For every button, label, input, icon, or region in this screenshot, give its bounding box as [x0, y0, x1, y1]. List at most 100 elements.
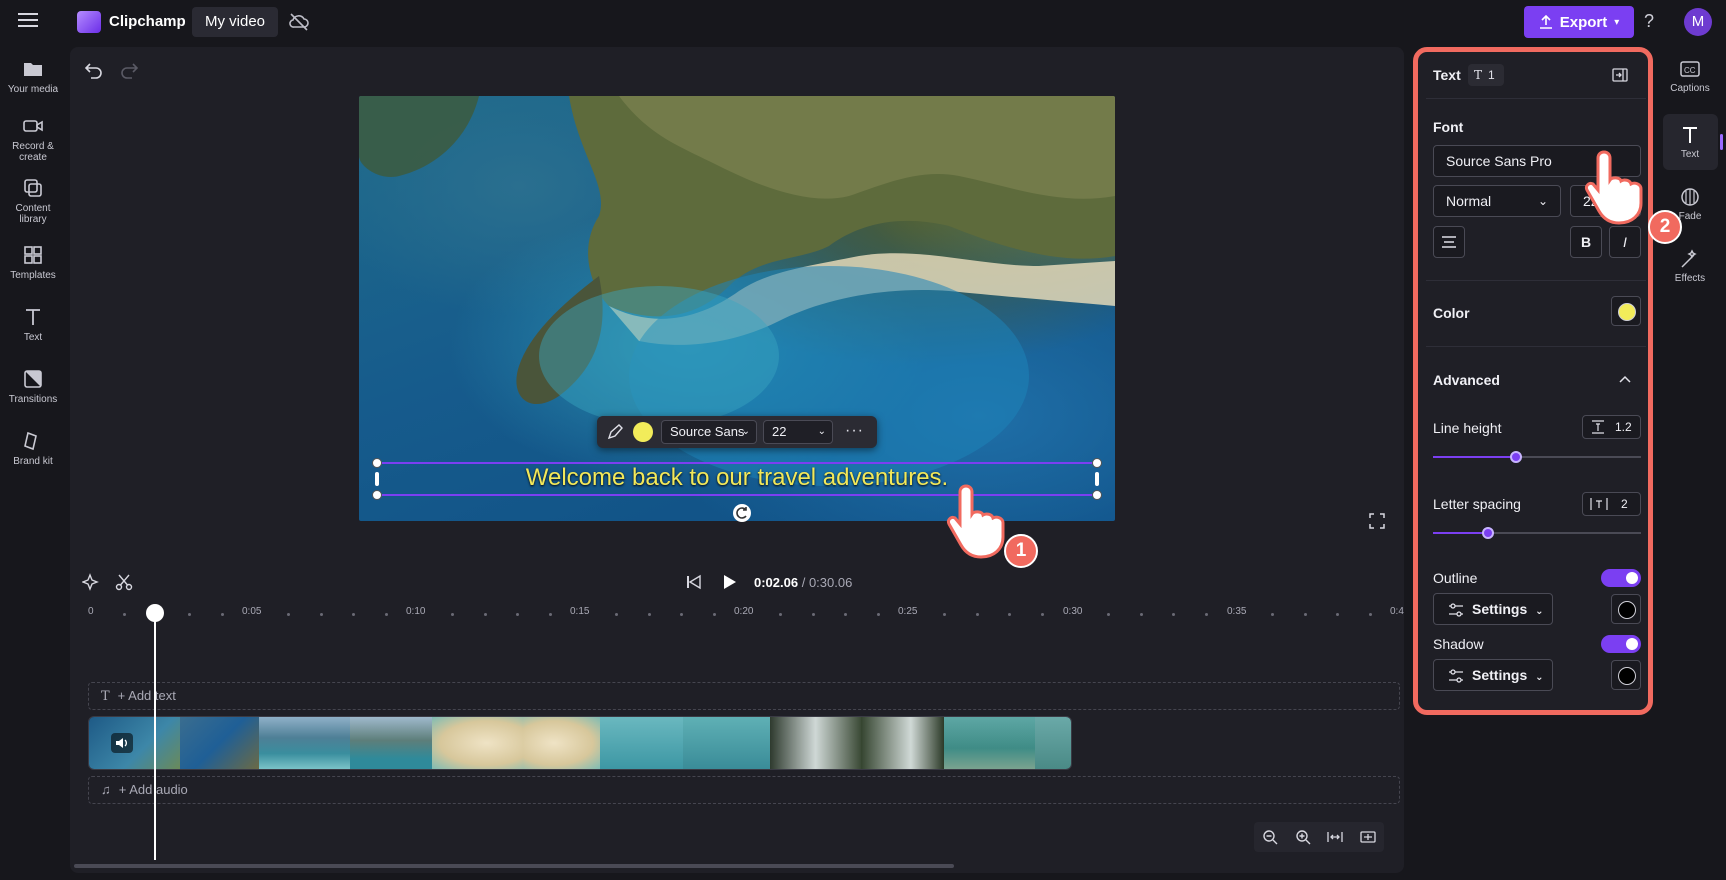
rail-text[interactable]: Text — [1660, 124, 1720, 160]
shadow-toggle[interactable] — [1601, 635, 1641, 653]
zoom-in-icon[interactable] — [1295, 829, 1311, 845]
ruler-dot — [811, 613, 815, 616]
chevron-down-icon: ▾ — [1614, 16, 1620, 28]
text-align-button[interactable] — [1433, 226, 1465, 258]
nav-text[interactable]: Text — [0, 306, 66, 343]
panel-title: Text — [1433, 67, 1461, 83]
bold-button[interactable]: B — [1570, 226, 1602, 258]
hamburger-menu-icon[interactable] — [18, 11, 42, 33]
chevron-down-icon: ⌄ — [1535, 672, 1544, 683]
rail-captions[interactable]: CC Captions — [1660, 58, 1720, 94]
outline-color-button[interactable] — [1611, 594, 1641, 624]
line-height-input[interactable]: 1.2 — [1582, 415, 1641, 439]
letter-spacing-slider-fill — [1433, 532, 1489, 534]
video-clip-track[interactable] — [88, 716, 1072, 770]
magic-sparkle-icon[interactable] — [82, 573, 100, 591]
nav-templates[interactable]: Templates — [0, 244, 66, 281]
italic-button[interactable]: I — [1609, 226, 1641, 258]
font-select[interactable]: Source Sans ⌄ — [661, 420, 757, 444]
nav-your-media[interactable]: Your media — [0, 58, 66, 95]
clip-thumbnail — [522, 717, 600, 769]
play-icon[interactable] — [720, 573, 738, 591]
undo-icon[interactable] — [85, 61, 103, 79]
letter-spacing-slider-thumb[interactable] — [1482, 527, 1494, 539]
nav-record-create[interactable]: Record & create — [0, 115, 66, 163]
line-height-icon — [1592, 420, 1604, 434]
ruler-dot — [1008, 613, 1012, 616]
chevron-up-icon[interactable] — [1619, 374, 1631, 384]
rail-fade[interactable]: Fade — [1660, 186, 1720, 222]
line-height-label: Line height — [1433, 420, 1502, 436]
outline-toggle[interactable] — [1601, 569, 1641, 587]
nav-brand-kit[interactable]: Brand kit — [0, 430, 66, 467]
help-icon[interactable]: ? — [1644, 11, 1654, 32]
clip-thumbnail — [1035, 717, 1071, 769]
scissors-icon[interactable] — [115, 573, 133, 591]
text-icon — [22, 306, 44, 328]
brand-kit-icon — [22, 430, 44, 452]
camera-icon — [22, 115, 44, 137]
nav-transitions[interactable]: Transitions — [0, 368, 66, 405]
rail-label: Fade — [1678, 211, 1702, 222]
upload-icon — [1539, 15, 1552, 29]
collapse-panel-icon[interactable] — [1612, 68, 1628, 82]
zoom-out-icon[interactable] — [1262, 829, 1278, 845]
clip-thumbnail — [259, 717, 351, 769]
outline-settings-button[interactable]: Settings ⌄ — [1433, 593, 1553, 625]
volume-icon[interactable] — [111, 733, 133, 753]
total-duration: / 0:30.06 — [801, 575, 853, 590]
letter-spacing-input[interactable]: 2 — [1582, 492, 1641, 516]
nav-content-library[interactable]: Content library — [0, 177, 66, 225]
font-select-value: Source Sans — [670, 424, 745, 439]
ruler-dot — [1369, 613, 1373, 616]
add-text-track[interactable]: T + Add text — [88, 682, 1400, 710]
brand-name: Clipchamp — [109, 13, 186, 30]
outline-label: Outline — [1433, 570, 1478, 586]
ruler-dot — [647, 613, 651, 616]
clip-thumbnail — [350, 717, 432, 769]
clip-thumbnail — [180, 717, 260, 769]
timeline-options-icon[interactable] — [1360, 829, 1376, 845]
transitions-icon — [22, 368, 44, 390]
ruler-dot — [975, 613, 979, 616]
video-preview[interactable]: Source Sans ⌄ 22 ⌄ ··· — [359, 96, 1115, 521]
nav-label: Brand kit — [13, 456, 53, 467]
timeline-ruler[interactable]: 0 0:05 0:10 0:15 0:20 0:25 0:30 0:35 0:4 — [82, 606, 1404, 624]
advanced-label: Advanced — [1433, 372, 1500, 388]
rail-effects[interactable]: Effects — [1660, 248, 1720, 284]
ruler-dot — [549, 613, 553, 616]
nav-label: Your media — [7, 84, 59, 95]
redo-icon[interactable] — [120, 61, 138, 79]
cloud-sync-off-icon[interactable] — [288, 12, 310, 32]
ruler-tick: 0:35 — [1227, 606, 1247, 617]
project-name-field[interactable]: My video — [192, 7, 279, 37]
ruler-dot — [778, 613, 782, 616]
line-height-slider-thumb[interactable] — [1510, 451, 1522, 463]
color-swatch — [1618, 601, 1636, 619]
shadow-settings-button[interactable]: Settings ⌄ — [1433, 659, 1553, 691]
settings-label: Settings — [1472, 601, 1528, 617]
nav-label: Templates — [10, 270, 56, 281]
fullscreen-icon[interactable] — [1369, 513, 1385, 529]
size-select[interactable]: 22 ⌄ — [763, 420, 833, 444]
clip-thumbnail — [944, 717, 1036, 769]
fit-timeline-icon[interactable] — [1327, 829, 1343, 845]
timecode: 0:02.06 / 0:30.06 — [754, 575, 852, 590]
text-icon: T — [1474, 68, 1483, 82]
rail-active-indicator — [1720, 134, 1723, 150]
rotate-icon[interactable] — [733, 504, 751, 522]
edit-pencil-icon[interactable] — [607, 424, 623, 440]
skip-back-icon[interactable] — [686, 574, 702, 590]
avatar[interactable]: M — [1684, 8, 1712, 36]
timeline-scrollbar[interactable] — [74, 864, 954, 868]
export-button[interactable]: Export ▾ — [1524, 6, 1634, 38]
more-options-icon[interactable]: ··· — [845, 422, 864, 440]
shadow-color-button[interactable] — [1611, 660, 1641, 690]
add-audio-track[interactable]: ♫ + Add audio — [88, 776, 1400, 804]
ruler-dot — [942, 613, 946, 616]
text-color-swatch[interactable] — [633, 422, 653, 442]
font-weight-select[interactable]: Normal ⌄ — [1433, 185, 1561, 217]
playhead-line[interactable] — [154, 616, 156, 860]
text-color-button[interactable] — [1611, 296, 1641, 326]
captions-icon: CC — [1679, 58, 1701, 80]
